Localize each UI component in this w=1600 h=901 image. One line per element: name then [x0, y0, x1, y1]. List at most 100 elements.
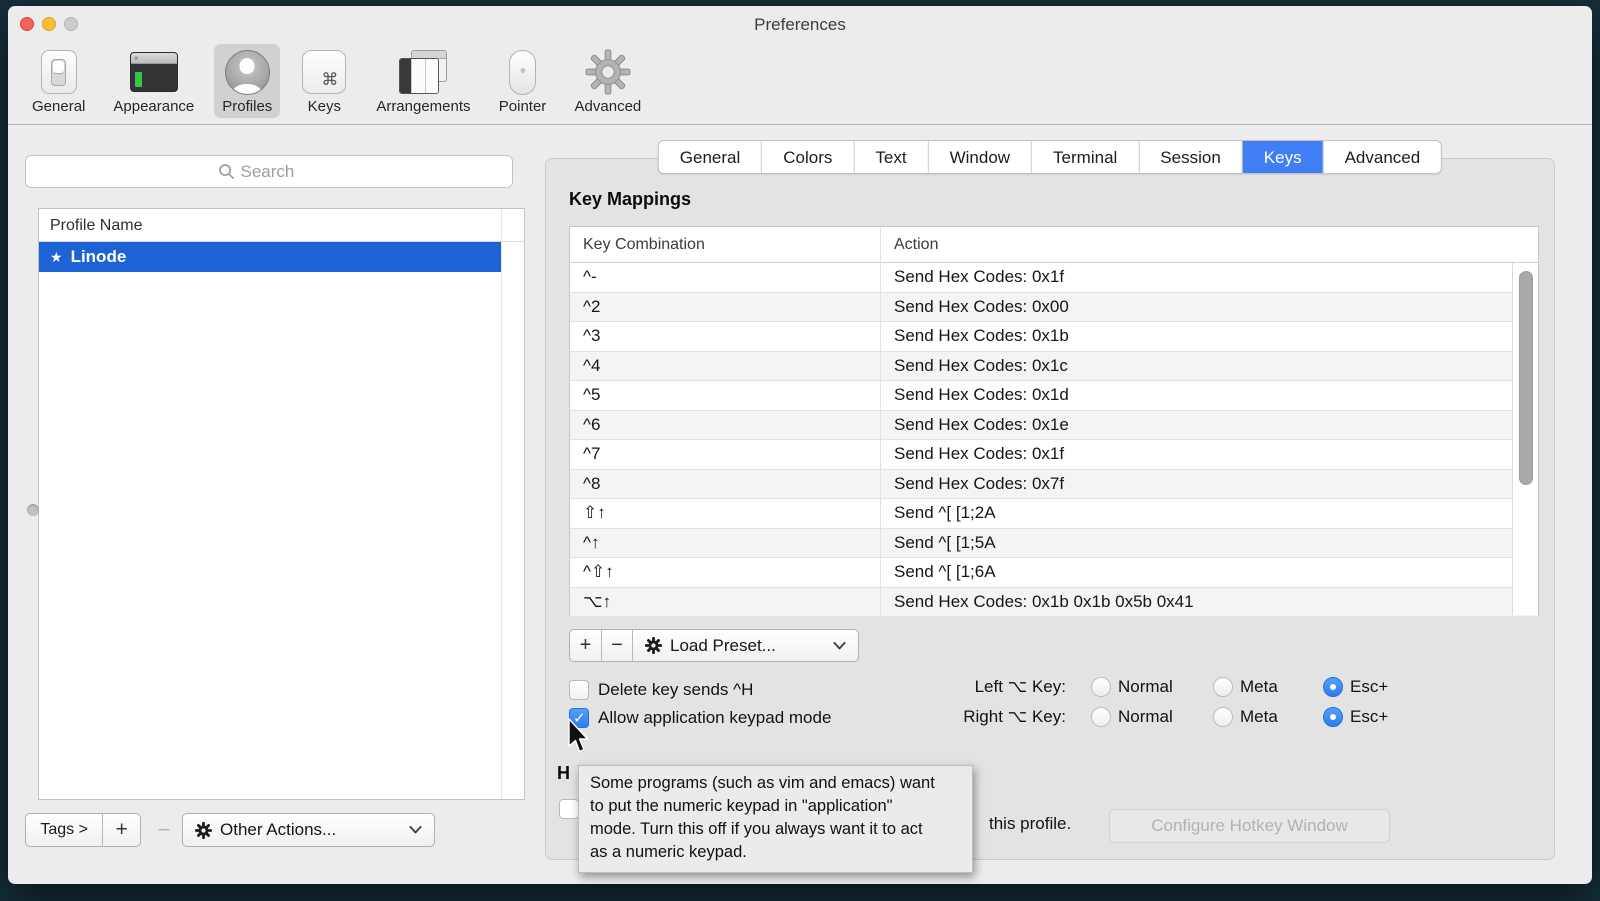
table-row[interactable]: ^8Send Hex Codes: 0x7f [570, 470, 1538, 500]
radio-option-meta[interactable]: Meta [1213, 677, 1323, 697]
toolbar-item-label: Keys [308, 98, 341, 115]
table-row[interactable]: ^6Send Hex Codes: 0x1e [570, 411, 1538, 441]
toolbar-item-general[interactable]: General [24, 44, 93, 118]
search-icon [218, 163, 235, 180]
profile-row-linode[interactable]: ★ Linode [39, 242, 501, 272]
tab-colors[interactable]: Colors [761, 141, 853, 173]
table-row[interactable]: ⇧↑Send ^[ [1;2A [570, 499, 1538, 529]
table-row[interactable]: ^7Send Hex Codes: 0x1f [570, 440, 1538, 470]
radio-icon[interactable] [1091, 707, 1111, 727]
radio-option-meta[interactable]: Meta [1213, 707, 1323, 727]
other-actions-button[interactable]: Other Actions... [182, 813, 435, 847]
remove-profile-button[interactable]: − [147, 813, 181, 847]
table-scrollbar[interactable] [1512, 263, 1538, 615]
person-icon [223, 48, 271, 96]
radio-icon[interactable] [1213, 677, 1233, 697]
split-divider-dimple[interactable] [27, 504, 39, 516]
profile-tabs: General Colors Text Window Terminal Sess… [658, 140, 1442, 174]
table-row[interactable]: ^4Send Hex Codes: 0x1c [570, 352, 1538, 382]
table-row[interactable]: ^5Send Hex Codes: 0x1d [570, 381, 1538, 411]
configure-hotkey-window-button[interactable]: Configure Hotkey Window [1109, 809, 1390, 843]
left-option-key-label: Left ⌥ Key: [786, 677, 1066, 697]
table-header: Key Combination Action [570, 227, 1538, 263]
profile-name: Linode [71, 247, 127, 267]
left-option-key-row: Left ⌥ Key: Normal Meta Esc+ [786, 675, 1486, 699]
remove-mapping-button[interactable]: − [601, 630, 632, 661]
checkbox-label: Delete key sends ^H [598, 680, 753, 700]
delete-key-checkbox-row: Delete key sends ^H [569, 678, 753, 702]
tab-general[interactable]: General [659, 141, 761, 173]
table-row[interactable]: ^↑Send ^[ [1;5A [570, 529, 1538, 559]
toolbar-item-label: General [32, 98, 85, 115]
radio-option-normal[interactable]: Normal [1091, 707, 1213, 727]
other-actions-label: Other Actions... [220, 820, 401, 840]
toolbar-item-label: Pointer [499, 98, 547, 115]
toolbar-item-profiles[interactable]: Profiles [214, 44, 280, 118]
add-profile-button[interactable]: + [102, 814, 140, 846]
toolbar-item-arrangements[interactable]: Arrangements [368, 44, 478, 118]
table-row[interactable]: ⌥↑Send Hex Codes: 0x1b 0x1b 0x5b 0x41 [570, 588, 1538, 618]
toolbar-item-keys[interactable]: ⌘ Keys [292, 44, 356, 118]
window-title: Preferences [8, 6, 1592, 44]
tab-advanced[interactable]: Advanced [1323, 141, 1442, 173]
tab-keys[interactable]: Keys [1242, 141, 1323, 173]
table-row[interactable]: ^⇧↑Send ^[ [1;6A [570, 558, 1538, 588]
toolbar-item-pointer[interactable]: Pointer [491, 44, 555, 118]
keypad-mode-tooltip: Some programs (such as vim and emacs) wa… [578, 765, 973, 873]
tags-button[interactable]: Tags > [26, 814, 102, 846]
radio-option-normal[interactable]: Normal [1091, 677, 1213, 697]
table-row[interactable]: ^-Send Hex Codes: 0x1f [570, 263, 1538, 293]
column-header-key[interactable]: Key Combination [570, 236, 880, 254]
hotkey-checkbox[interactable] [559, 799, 579, 819]
gear-icon [195, 822, 212, 839]
toolbar-item-label: Arrangements [376, 98, 470, 115]
tab-window[interactable]: Window [928, 141, 1031, 173]
mouse-icon [499, 48, 547, 96]
delete-key-checkbox[interactable] [569, 680, 589, 700]
toolbar-item-label: Appearance [113, 98, 194, 115]
search-field[interactable] [25, 155, 513, 188]
toolbar-item-label: Profiles [222, 98, 272, 115]
table-row[interactable]: ^2Send Hex Codes: 0x00 [570, 293, 1538, 323]
add-mapping-button[interactable]: + [570, 630, 601, 661]
key-mappings-title: Key Mappings [569, 189, 691, 210]
profile-list-header: Profile Name [39, 209, 524, 242]
toolbar-item-appearance[interactable]: × Appearance [105, 44, 202, 118]
toggle-icon [35, 48, 83, 96]
load-preset-label: Load Preset... [670, 636, 825, 656]
close-button[interactable] [20, 17, 34, 31]
tab-session[interactable]: Session [1138, 141, 1241, 173]
tab-terminal[interactable]: Terminal [1031, 141, 1138, 173]
preferences-toolbar: General × Appearance Profiles ⌘ Keys Arr… [8, 42, 1592, 125]
command-key-icon: ⌘ [300, 48, 348, 96]
column-header-action[interactable]: Action [880, 236, 1538, 254]
minimize-button[interactable] [42, 17, 56, 31]
radio-option-esc[interactable]: Esc+ [1323, 707, 1388, 727]
radio-icon-selected[interactable] [1323, 677, 1343, 697]
table-row[interactable]: ^3Send Hex Codes: 0x1b [570, 322, 1538, 352]
radio-icon[interactable] [1091, 677, 1111, 697]
table-controls: + − Load Pres [569, 629, 859, 662]
chevron-down-icon [833, 642, 846, 650]
zoom-button[interactable] [64, 17, 78, 31]
tab-text[interactable]: Text [853, 141, 927, 173]
preferences-window: Preferences General × Appearance Profile… [8, 6, 1592, 884]
radio-icon[interactable] [1213, 707, 1233, 727]
right-option-key-label: Right ⌥ Key: [786, 707, 1066, 727]
star-icon: ★ [50, 249, 63, 266]
key-mappings-table: Key Combination Action ^-Send Hex Codes:… [569, 226, 1539, 616]
hotkey-heading-fragment: H [557, 763, 570, 784]
profile-list: Profile Name ★ Linode [38, 208, 525, 800]
radio-icon-selected[interactable] [1323, 707, 1343, 727]
radio-option-esc[interactable]: Esc+ [1323, 677, 1388, 697]
scrollbar-thumb[interactable] [1519, 271, 1533, 485]
tags-button-group: Tags > + [25, 813, 141, 847]
chevron-down-icon [409, 826, 422, 834]
hotkey-text-fragment: this profile. [989, 814, 1071, 834]
mouse-cursor-icon [566, 718, 592, 761]
search-input[interactable] [241, 162, 321, 182]
load-preset-dropdown[interactable]: Load Preset... [632, 630, 858, 661]
toolbar-item-advanced[interactable]: Advanced [567, 44, 650, 118]
windows-icon [399, 48, 447, 96]
right-option-key-row: Right ⌥ Key: Normal Meta Esc+ [786, 705, 1486, 729]
